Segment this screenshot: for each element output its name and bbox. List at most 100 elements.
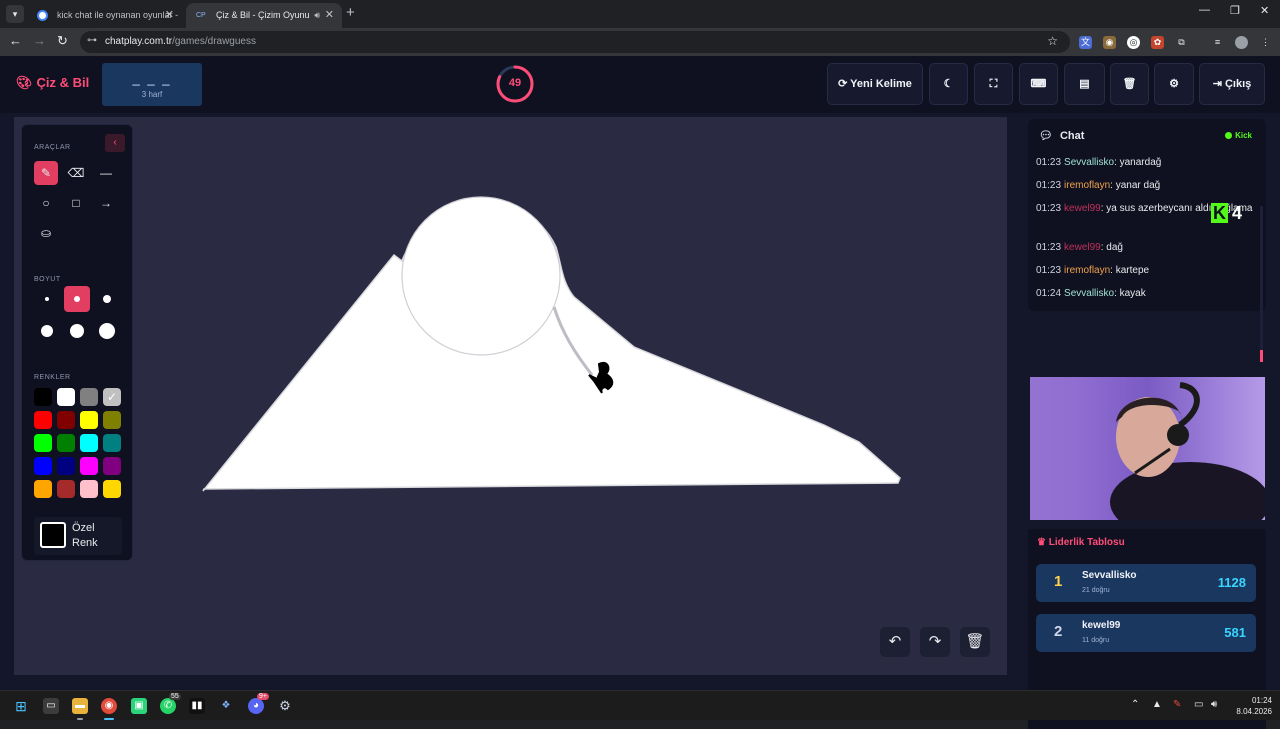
color-swatch[interactable] [103, 411, 121, 429]
circle-icon: ○ [42, 196, 50, 210]
color-swatch[interactable] [34, 388, 52, 406]
brush-tool-button[interactable]: ✎ [34, 161, 58, 185]
chat-scroll-thumb[interactable] [1260, 350, 1263, 362]
profile-avatar[interactable] [1235, 36, 1248, 49]
site-info-icon[interactable]: ⊶ [87, 35, 97, 46]
message-user: Sevvallisko [1064, 157, 1115, 168]
color-swatch[interactable] [103, 457, 121, 475]
color-swatch[interactable] [57, 480, 75, 498]
restore-window-icon[interactable]: ❐ [1230, 4, 1240, 17]
extension-icon[interactable]: ◎ [1127, 36, 1140, 49]
color-swatch[interactable] [57, 457, 75, 475]
size-option-1[interactable] [34, 286, 60, 312]
whatsapp-icon[interactable]: ✆ [160, 698, 176, 714]
color-swatch[interactable] [80, 457, 98, 475]
speaker-icon[interactable]: 🔊︎ [314, 3, 320, 28]
message-text: : dağ [1100, 242, 1123, 253]
tray-app-icon[interactable]: ✎ [1173, 699, 1181, 710]
browser-tab-kick-search[interactable]: kick chat ile oynanan oyunlar - ✕ [27, 3, 182, 28]
archive-button[interactable]: ▤ [1064, 63, 1105, 105]
size-option-3[interactable] [94, 286, 120, 312]
tray-expand-icon[interactable]: ⌃ [1131, 699, 1139, 710]
settings-button[interactable]: ⚙ [1154, 63, 1194, 105]
chat-scrollbar[interactable] [1260, 206, 1263, 361]
color-swatch[interactable] [103, 480, 121, 498]
task-view-icon[interactable]: ▭ [43, 698, 59, 714]
leaderboard-row: 2 kewel99 11 doğru 581 [1036, 614, 1256, 652]
chat-bubbles-icon: 💬︎ [1039, 130, 1053, 142]
size-option-4[interactable] [34, 318, 60, 344]
color-swatch[interactable] [34, 411, 52, 429]
eraser-tool-button[interactable]: ⌫ [64, 161, 88, 185]
close-tab-icon[interactable]: ✕ [325, 3, 334, 28]
volume-icon[interactable]: 🔊︎ [1211, 699, 1217, 710]
line-tool-button[interactable]: — [94, 161, 118, 185]
color-swatch[interactable] [34, 480, 52, 498]
color-swatch[interactable] [80, 411, 98, 429]
fill-tool-button[interactable]: ⛀ [34, 221, 58, 245]
discord-icon[interactable]: ◕ [248, 698, 264, 714]
message-user: kewel99 [1064, 203, 1101, 214]
settings-app-icon[interactable]: ⚙ [277, 698, 293, 714]
size-option-6[interactable] [94, 318, 120, 344]
collapse-panel-button[interactable]: ‹ [105, 134, 125, 152]
close-tab-icon[interactable]: ✕ [165, 3, 174, 28]
color-swatch[interactable] [80, 480, 98, 498]
moon-icon: ☾ [943, 78, 954, 90]
color-swatch[interactable] [34, 434, 52, 452]
file-explorer-icon[interactable]: ▬ [72, 698, 88, 714]
color-swatch[interactable] [103, 434, 121, 452]
fullscreen-button[interactable]: ⛶ [974, 63, 1013, 105]
audio-app-icon[interactable]: ▮▮ [189, 698, 205, 714]
circle-tool-button[interactable]: ○ [34, 191, 58, 215]
forward-icon[interactable]: → [33, 33, 46, 48]
sun-circle [401, 196, 561, 356]
drawing-canvas[interactable] [14, 117, 1007, 675]
tray-app-icon[interactable]: ▲ [1152, 699, 1162, 710]
clear-button[interactable]: 🗑︎ [1110, 63, 1149, 105]
translate-extension-icon[interactable]: 文 [1079, 36, 1092, 49]
undo-button[interactable]: ↶ [880, 627, 910, 657]
colors-section-label: RENKLER [34, 374, 71, 381]
network-icon[interactable]: ▭ [1194, 699, 1203, 710]
size-option-2[interactable] [64, 286, 90, 312]
arrow-icon: → [100, 196, 112, 210]
reading-list-icon[interactable]: ≡ [1211, 36, 1224, 49]
game-app: 🎨︎ Çiz & Bil _ _ _ 3 harf 49 ⟳ Yeni Kelim… [0, 56, 1280, 729]
system-clock[interactable]: 01:24 8.04.2026 [1228, 695, 1272, 717]
minimize-window-icon[interactable]: — [1199, 4, 1210, 16]
extensions-puzzle-icon[interactable]: ⧉ [1175, 36, 1188, 49]
tab-search-button[interactable]: ▾ [6, 5, 24, 23]
menu-kebab-icon[interactable]: ⋮ [1259, 36, 1272, 49]
keyboard-button[interactable]: ⌨ [1019, 63, 1058, 105]
bookmark-star-icon[interactable]: ☆ [1047, 34, 1058, 48]
windows-start-icon[interactable]: ⊞ [13, 698, 29, 714]
clear-canvas-button[interactable]: 🗑︎ [960, 627, 990, 657]
address-bar[interactable]: ⊶ chatplay.com.tr/games/drawguess ☆ [80, 31, 1070, 53]
theme-toggle-button[interactable]: ☾ [929, 63, 968, 105]
reload-icon[interactable]: ↻ [57, 33, 68, 49]
extension-icon[interactable]: ◉ [1103, 36, 1116, 49]
color-swatch[interactable] [57, 411, 75, 429]
color-swatch[interactable]: ✓ [103, 388, 121, 406]
redo-button[interactable]: ↷ [920, 627, 950, 657]
color-swatch[interactable] [57, 388, 75, 406]
app-icon[interactable]: ▣ [131, 698, 147, 714]
close-window-icon[interactable]: ✕ [1260, 4, 1269, 17]
color-swatch[interactable] [80, 434, 98, 452]
arrow-tool-button[interactable]: → [94, 191, 118, 215]
browser-tab-drawguess[interactable]: CP Çiz & Bil - Çizim Oyunu 🔊︎ ✕ [186, 3, 342, 28]
logout-button[interactable]: ⇥ Çıkış [1199, 63, 1265, 105]
color-swatch[interactable] [57, 434, 75, 452]
custom-color-button[interactable]: Özel Renk [34, 517, 122, 555]
network-app-icon[interactable]: ❖ [218, 698, 234, 714]
color-swatch[interactable] [80, 388, 98, 406]
new-word-button[interactable]: ⟳ Yeni Kelime [827, 63, 923, 105]
back-icon[interactable]: ← [9, 33, 22, 48]
new-tab-button[interactable]: + [346, 4, 355, 21]
chrome-icon[interactable]: ◉ [101, 698, 117, 714]
square-tool-button[interactable]: □ [64, 191, 88, 215]
color-swatch[interactable] [34, 457, 52, 475]
extension-icon[interactable]: ✿ [1151, 36, 1164, 49]
size-option-5[interactable] [64, 318, 90, 344]
